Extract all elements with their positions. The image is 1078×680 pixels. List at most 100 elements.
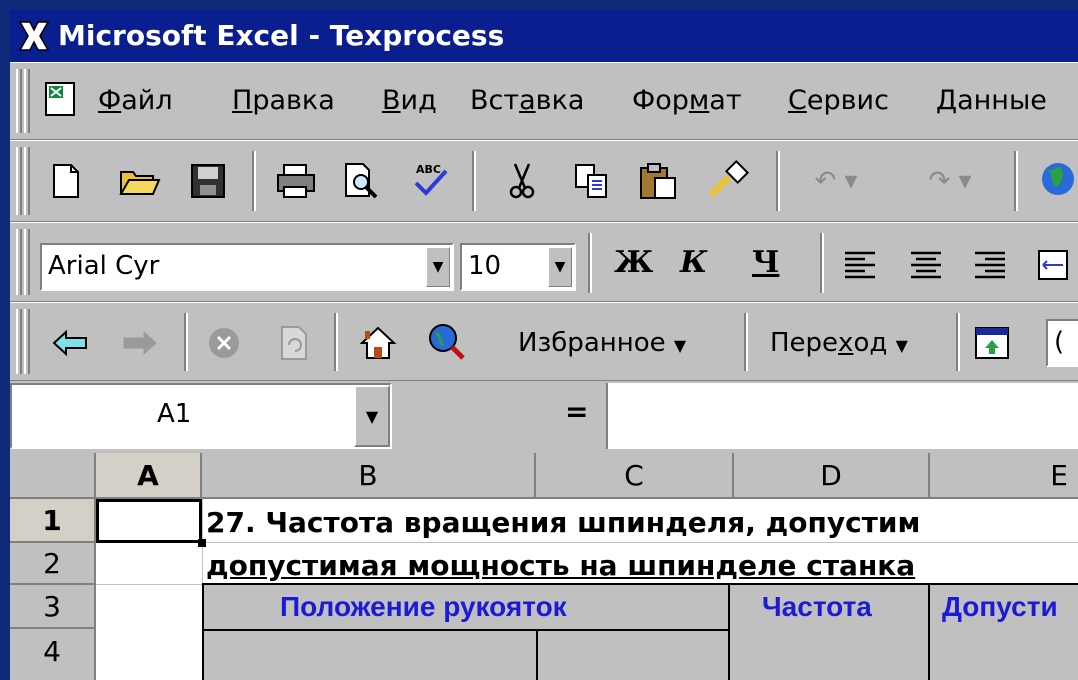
- address-box[interactable]: (: [1046, 319, 1078, 367]
- column-header-c[interactable]: C: [536, 453, 734, 499]
- spelling-icon[interactable]: ABC: [408, 157, 452, 201]
- refresh-icon[interactable]: [272, 321, 316, 365]
- web-toolbar: Избранное ▼ Переход ▼ (: [10, 302, 1078, 381]
- font-size-select[interactable]: 10 ▼: [460, 243, 576, 291]
- row-header-2[interactable]: 2: [10, 543, 96, 585]
- toolbar-separator: [956, 313, 960, 371]
- column-header-b[interactable]: B: [202, 453, 536, 499]
- print-icon[interactable]: [274, 159, 318, 203]
- chevron-down-icon[interactable]: ▼: [354, 385, 390, 447]
- select-all-corner[interactable]: [10, 453, 96, 499]
- font-name-select[interactable]: Arial Cyr ▼: [40, 243, 454, 291]
- favorites-menu[interactable]: Избранное ▼: [518, 328, 686, 358]
- back-arrow-icon[interactable]: [48, 321, 92, 365]
- column-header-e[interactable]: E: [930, 453, 1078, 499]
- home-icon[interactable]: [356, 321, 400, 365]
- stop-icon[interactable]: [202, 321, 246, 365]
- table-header-frequency: Частота: [762, 591, 872, 622]
- standard-toolbar: ABC ↶ ▾ ↷ ▾: [10, 140, 1078, 222]
- chevron-down-icon[interactable]: ▼: [548, 247, 572, 287]
- menu-view[interactable]: Вид: [382, 85, 437, 116]
- toolbar-grip[interactable]: [24, 147, 30, 215]
- formatting-toolbar: Arial Cyr ▼ 10 ▼ Ж К Ч: [10, 222, 1078, 302]
- toolbar-separator: [334, 313, 338, 371]
- undo-icon[interactable]: ↶ ▾: [796, 159, 876, 203]
- show-web-toolbar-icon[interactable]: [970, 321, 1014, 365]
- toolbar-separator: [1014, 151, 1018, 211]
- bold-button[interactable]: Ж: [614, 245, 653, 280]
- table-header-allowed: Допусти: [942, 591, 1058, 622]
- toolbar-separator: [820, 233, 824, 293]
- toolbar-grip[interactable]: [16, 147, 22, 215]
- toolbar-separator: [252, 151, 256, 211]
- equals-button[interactable]: =: [565, 395, 588, 428]
- cell-b2-text: допустимая мощность на шпинделе станка: [206, 549, 916, 582]
- toolbar-separator: [588, 233, 592, 293]
- chevron-down-icon[interactable]: ▼: [426, 247, 450, 287]
- merge-center-icon[interactable]: [1030, 243, 1074, 287]
- align-center-icon[interactable]: [904, 243, 948, 287]
- toolbar-separator: [776, 151, 780, 211]
- forward-arrow-icon[interactable]: [118, 321, 162, 365]
- font-name-value: Arial Cyr: [48, 251, 160, 281]
- table-header-positions: Положение рукояток: [280, 591, 567, 622]
- row-header-3[interactable]: 3: [10, 585, 96, 629]
- menu-tools[interactable]: Сервис: [788, 85, 889, 116]
- italic-button[interactable]: К: [680, 245, 707, 280]
- menubar-grip[interactable]: [24, 69, 30, 133]
- toolbar-grip[interactable]: [16, 309, 22, 374]
- toolbar-grip[interactable]: [24, 229, 30, 295]
- chevron-down-icon: ▼: [673, 336, 687, 355]
- goto-menu[interactable]: Переход ▼: [770, 328, 908, 358]
- table-border: [536, 629, 538, 680]
- name-box-value: A1: [157, 399, 192, 429]
- gridline: [96, 542, 1078, 543]
- row-header-4[interactable]: 4: [10, 629, 96, 680]
- menu-data[interactable]: Данные: [936, 85, 1047, 116]
- font-size-value: 10: [468, 251, 502, 281]
- menu-edit[interactable]: Правка: [232, 85, 335, 116]
- table-border: [202, 629, 730, 631]
- formula-input[interactable]: [606, 383, 1078, 449]
- align-right-icon[interactable]: [968, 243, 1012, 287]
- table-border: [928, 583, 930, 680]
- formula-bar: A1 ▼ =: [10, 381, 1078, 453]
- excel-window: Microsoft Excel - Texprocess Файл Правка…: [10, 10, 1078, 680]
- column-header-a[interactable]: A: [96, 453, 202, 499]
- toolbar-separator: [744, 313, 748, 371]
- cut-icon[interactable]: [500, 159, 544, 203]
- excel-document-icon[interactable]: [38, 77, 82, 121]
- cell-b1-text: 27. Частота вращения шпинделя, допустим: [206, 506, 921, 539]
- table-border: [728, 583, 730, 680]
- redo-icon[interactable]: ↷ ▾: [910, 159, 990, 203]
- format-painter-icon[interactable]: [706, 157, 750, 201]
- name-box[interactable]: A1 ▼: [10, 383, 392, 449]
- chevron-down-icon: ▼: [895, 336, 908, 355]
- toolbar-separator: [184, 313, 188, 371]
- copy-icon[interactable]: [570, 159, 614, 203]
- align-left-icon[interactable]: [838, 243, 882, 287]
- selected-cell-a1[interactable]: [96, 499, 202, 543]
- web-globe-icon[interactable]: [1034, 157, 1078, 201]
- excel-logo-icon: [16, 18, 52, 54]
- menubar-grip[interactable]: [16, 69, 22, 133]
- new-document-icon[interactable]: [44, 159, 88, 203]
- menu-insert[interactable]: Вставка: [470, 85, 584, 116]
- open-folder-icon[interactable]: [118, 159, 162, 203]
- worksheet-grid[interactable]: A B C D E 1 2 3 4 27. Частота вращения ш…: [10, 453, 1078, 680]
- print-preview-icon[interactable]: [340, 159, 384, 203]
- menu-file[interactable]: Файл: [98, 85, 173, 116]
- row-header-1[interactable]: 1: [10, 499, 96, 543]
- paste-icon[interactable]: [636, 159, 680, 203]
- toolbar-grip[interactable]: [16, 229, 22, 295]
- menu-format[interactable]: Формат: [632, 85, 742, 116]
- toolbar-grip[interactable]: [24, 309, 30, 374]
- search-web-icon[interactable]: [424, 319, 468, 363]
- window-title: Microsoft Excel - Texprocess: [58, 19, 505, 52]
- menu-bar: Файл Правка Вид Вставка Формат Сервис Да…: [10, 62, 1078, 140]
- title-bar[interactable]: Microsoft Excel - Texprocess: [10, 10, 1078, 62]
- column-header-d[interactable]: D: [734, 453, 930, 499]
- fill-handle[interactable]: [198, 539, 206, 547]
- underline-button[interactable]: Ч: [752, 245, 779, 280]
- save-icon[interactable]: [186, 159, 230, 203]
